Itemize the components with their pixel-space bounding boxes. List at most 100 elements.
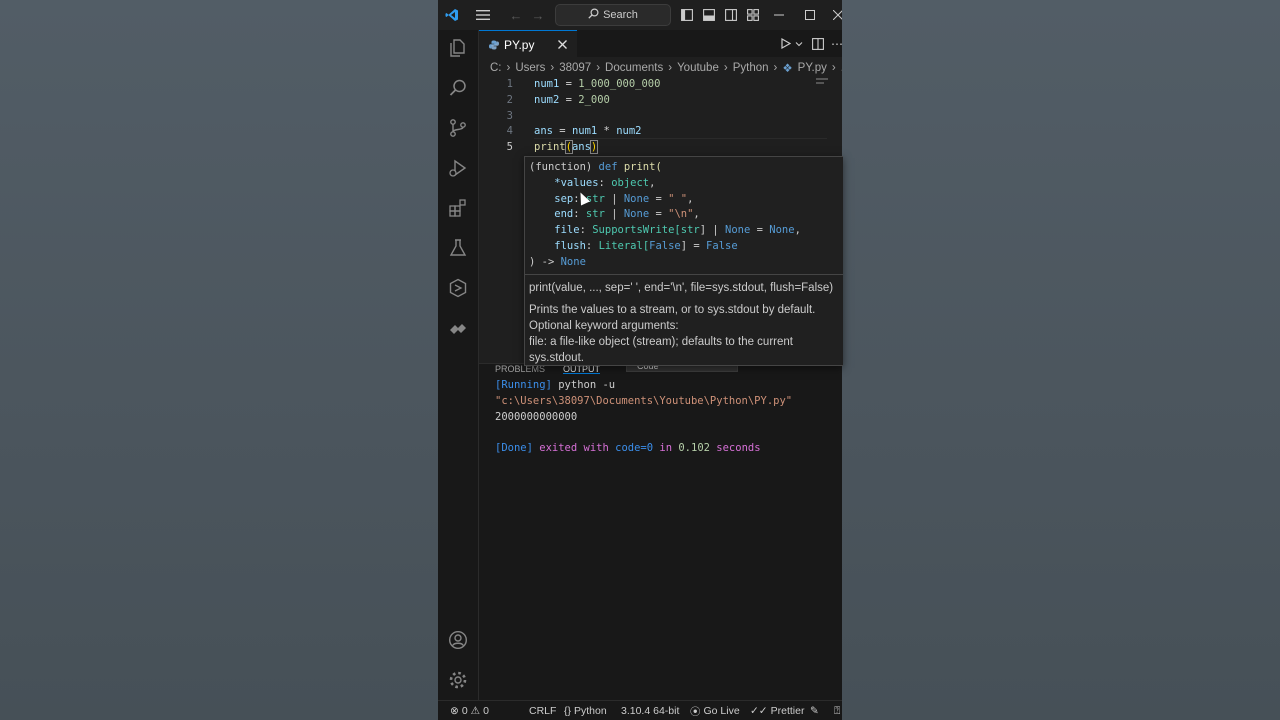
live-share-icon[interactable]: [438, 310, 478, 346]
line-number: 1: [506, 78, 513, 90]
sig-token: flush: [529, 239, 586, 252]
warning-count: 0: [483, 705, 489, 717]
doc-text: Prints the values to a stream, or to sys…: [529, 304, 816, 316]
run-icon[interactable]: [780, 30, 794, 57]
tab-py-file[interactable]: PY.py: [479, 30, 577, 58]
run-debug-icon[interactable]: [438, 150, 478, 186]
run-dropdown-chevron-icon[interactable]: [795, 30, 805, 57]
problems-status[interactable]: ⊗ 0 ⚠ 0: [450, 701, 489, 720]
eol-status[interactable]: CRLF: [529, 701, 556, 720]
output-token: in: [653, 442, 679, 455]
close-window-icon[interactable]: [832, 0, 842, 30]
sig-token: None: [560, 255, 586, 268]
code-token: 2_000: [578, 94, 610, 106]
prettier-status[interactable]: ✓✓ Prettier: [750, 701, 804, 720]
breadcrumb-item[interactable]: Python: [733, 62, 769, 74]
sig-token: |: [604, 208, 624, 221]
output-token: "c:\Users\38097\Documents\Youtube\Python…: [495, 394, 793, 407]
breadcrumb-separator-icon: ›: [831, 61, 836, 74]
go-live-status[interactable]: ⦿ Go Live: [690, 701, 740, 720]
extensions-icon[interactable]: [438, 190, 478, 226]
customize-layout-icon[interactable]: [746, 0, 760, 30]
sig-token: False: [649, 239, 681, 252]
more-actions-icon[interactable]: ⋯: [831, 30, 842, 57]
manage-gear-icon[interactable]: [438, 662, 478, 698]
broadcast-icon: ⦿: [690, 705, 701, 718]
remote-explorer-icon[interactable]: [438, 270, 478, 306]
code-token: =: [559, 78, 579, 90]
sig-token: ] =: [680, 239, 707, 252]
background-right: [842, 0, 1280, 720]
sig-token: ] |: [699, 224, 726, 237]
source-control-icon[interactable]: [438, 110, 478, 146]
function-docs: print(value, ..., sep=' ', end='\n', fil…: [525, 275, 843, 365]
code-token: *: [597, 125, 617, 137]
code-line: 4 ans = num1 * num2: [479, 123, 842, 139]
accounts-icon[interactable]: [438, 622, 478, 658]
vscode-logo-icon: [444, 0, 460, 30]
search-view-icon[interactable]: [438, 70, 478, 106]
doc-text: Optional keyword arguments:: [529, 320, 679, 332]
check-icon: ✓✓: [750, 705, 768, 717]
tab-close-icon[interactable]: [558, 31, 567, 58]
toggle-secondary-sidebar-icon[interactable]: [724, 0, 738, 30]
breadcrumb-separator-icon: ›: [596, 61, 601, 74]
output-token: [Done]: [495, 442, 533, 455]
error-count: 0: [461, 705, 468, 717]
sig-token: "\n": [668, 208, 694, 221]
output-log: [Running] python -u "c:\Users\38097\Docu…: [495, 378, 792, 457]
code-line: 1 num1 = 1_000_000_000: [479, 76, 842, 92]
sig-token: None: [623, 208, 650, 221]
sig-token: :: [573, 208, 586, 221]
breadcrumb-item[interactable]: ...: [841, 62, 842, 74]
feedback-icon[interactable]: ✎: [810, 701, 819, 720]
sig-token: *values: [529, 176, 599, 189]
sig-token: :: [585, 239, 599, 252]
braces-icon: {}: [564, 705, 572, 717]
breadcrumb-separator-icon: ›: [723, 61, 728, 74]
code-token: num1: [534, 78, 560, 90]
back-arrow-icon[interactable]: ←: [508, 0, 524, 30]
code-line: 3: [479, 108, 842, 124]
toggle-panel-icon[interactable]: [702, 0, 716, 30]
sig-token: def: [598, 161, 618, 173]
output-token: [Running]: [495, 379, 552, 391]
sig-token: str: [585, 208, 605, 221]
breadcrumb-item[interactable]: 38097: [559, 62, 591, 74]
testing-icon[interactable]: [438, 230, 478, 266]
toggle-sidebar-icon[interactable]: [680, 0, 694, 30]
sig-token: :: [598, 176, 612, 189]
explorer-icon[interactable]: [438, 30, 478, 66]
interpreter-status[interactable]: 3.10.4 64-bit: [621, 701, 679, 720]
language-label: Python: [574, 705, 607, 717]
background-left: [0, 0, 438, 720]
code-token: ): [589, 140, 599, 154]
breadcrumb-separator-icon: ›: [550, 61, 555, 74]
sig-token: None: [725, 224, 751, 237]
breadcrumb-item[interactable]: C:: [490, 62, 502, 74]
maximize-icon[interactable]: [803, 0, 817, 30]
sig-token: =: [750, 224, 770, 237]
breadcrumb-item[interactable]: Youtube: [677, 62, 719, 74]
breadcrumb-item[interactable]: PY.py: [798, 62, 827, 74]
menu-icon[interactable]: [474, 0, 492, 30]
minimize-icon[interactable]: [772, 0, 786, 30]
notifications-icon[interactable]: ⍰: [834, 701, 840, 720]
line-number: 4: [506, 125, 513, 137]
breadcrumb-item[interactable]: Documents: [605, 62, 663, 74]
line-number: 2: [506, 94, 513, 106]
line-number: 5: [506, 141, 513, 153]
sig-token: end: [529, 208, 574, 221]
code-token: =: [559, 94, 579, 106]
breadcrumb-separator-icon: ›: [506, 61, 511, 74]
split-editor-icon[interactable]: [812, 30, 826, 57]
title-bar: ← → Search: [438, 0, 842, 31]
language-status[interactable]: {} Python: [564, 701, 607, 720]
output-token: 2000000000000: [495, 410, 578, 423]
sig-token: ,: [693, 208, 700, 221]
forward-arrow-icon[interactable]: →: [530, 0, 546, 30]
sig-token: Literal[: [598, 239, 650, 252]
sig-token: file: [529, 224, 580, 237]
breadcrumb-item[interactable]: Users: [515, 62, 545, 74]
command-center-search[interactable]: Search: [555, 4, 671, 26]
